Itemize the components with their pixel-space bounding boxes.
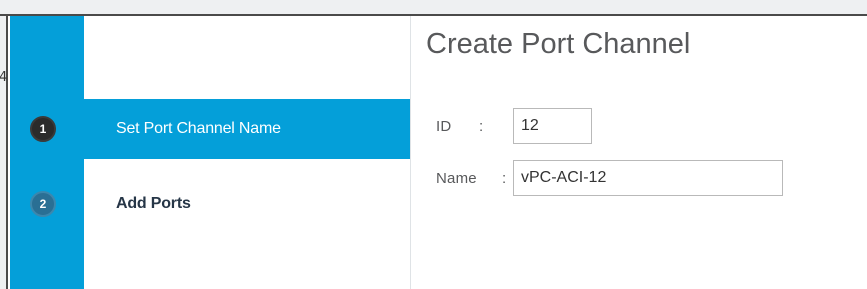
id-field-row: ID : (436, 108, 592, 144)
name-field-row: Name : (436, 160, 783, 196)
wizard-step-add-ports[interactable]: Add Ports (84, 174, 410, 234)
edge-fragment: 4 (0, 70, 8, 85)
wizard-step-rail (10, 16, 84, 289)
wizard-content: Create Port Channel ID : Name : (411, 16, 867, 289)
wizard-step-set-name[interactable]: Set Port Channel Name (84, 99, 410, 159)
page-title: Create Port Channel (426, 28, 691, 60)
window-top-border (0, 0, 867, 16)
step-number-badge-1[interactable]: 1 (30, 116, 56, 142)
wizard-step-label: Add Ports (116, 195, 191, 212)
id-label: ID (436, 117, 452, 135)
id-colon: : (479, 117, 484, 135)
wizard-sidebar: Set Port Channel Name Add Ports (84, 16, 411, 289)
name-colon: : (502, 169, 507, 187)
step-number-badge-2[interactable]: 2 (30, 191, 56, 217)
window-left-edge: 4 (0, 16, 8, 289)
name-input[interactable] (513, 160, 783, 196)
wizard-step-label: Set Port Channel Name (116, 120, 281, 137)
id-input[interactable] (513, 108, 592, 144)
name-label: Name (436, 169, 477, 187)
